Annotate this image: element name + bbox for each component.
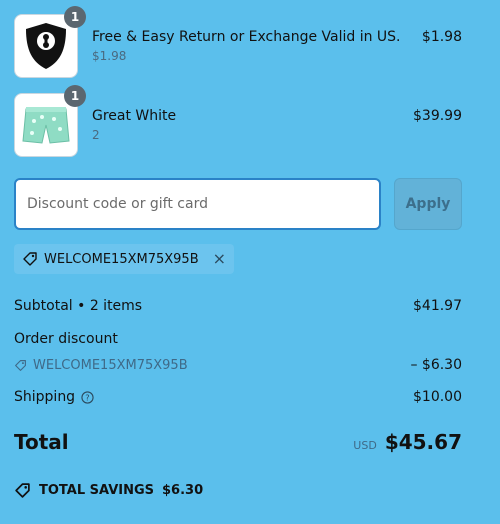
remove-code-icon[interactable]: × (213, 251, 226, 267)
total-savings-label: TOTAL SAVINGS (39, 483, 155, 498)
discount-code-text: WELCOME15XM75X95B (33, 357, 188, 373)
total-savings: TOTAL SAVINGS $6.30 (14, 482, 203, 499)
total-label: Total (14, 430, 69, 454)
discount-code-line: WELCOME15XM75X95B (14, 358, 188, 373)
item-price: $39.99 (413, 108, 462, 124)
svg-text:?: ? (85, 392, 89, 402)
subtotal-value: $41.97 (413, 298, 462, 314)
tag-icon (15, 483, 30, 498)
item-title: Great White (92, 108, 177, 124)
total-row: Total USD $45.67 (14, 430, 462, 454)
item-price: $1.98 (421, 29, 462, 45)
item-title: Free & Easy Return or Exchange Valid in … (92, 29, 401, 45)
quantity-badge: 1 (64, 6, 86, 28)
subtotal-label: Subtotal • 2 items (14, 298, 143, 314)
applied-code-text: WELCOME15XM75X95B (44, 251, 199, 267)
help-circle-icon[interactable]: ? (81, 390, 94, 404)
line-item: 1 Great White 2 $39.99 (14, 85, 462, 157)
shield-keyhole-icon (26, 23, 66, 69)
total-value-group: USD $45.67 (353, 430, 462, 454)
shipping-label-group: Shipping ? (14, 389, 94, 405)
quantity-badge: 1 (64, 85, 86, 107)
subtotal-row: Subtotal • 2 items $41.97 (14, 298, 462, 314)
tag-icon (15, 359, 26, 371)
shipping-label: Shipping (14, 389, 76, 405)
tag-icon (23, 252, 37, 266)
total-value: $45.67 (384, 430, 462, 454)
total-savings-value: $6.30 (162, 483, 204, 498)
applied-discount-chip: WELCOME15XM75X95B × (14, 244, 234, 274)
discount-value: – $6.30 (410, 357, 462, 373)
order-discount-row: Order discount (14, 331, 462, 347)
shipping-row: Shipping ? $10.00 (14, 389, 462, 405)
line-item: 1 Free & Easy Return or Exchange Valid i… (14, 6, 462, 78)
order-discount-label: Order discount (14, 331, 118, 347)
discount-code-input[interactable] (14, 178, 381, 230)
apply-button[interactable]: Apply (394, 178, 462, 230)
discount-code-row: WELCOME15XM75X95B – $6.30 (14, 357, 462, 373)
item-subtitle: 2 (92, 128, 100, 142)
shorts-icon (22, 107, 70, 144)
shipping-value: $10.00 (413, 389, 462, 405)
item-subtitle: $1.98 (92, 49, 127, 63)
currency-code: USD (353, 439, 377, 452)
